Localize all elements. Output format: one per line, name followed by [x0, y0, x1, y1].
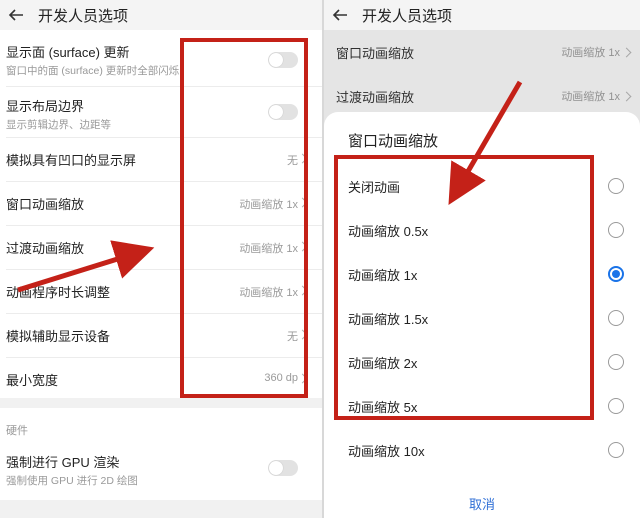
annotation-arrow-left [17, 240, 155, 293]
annotation-arrow-right [448, 80, 523, 205]
annotation-arrows [17, 80, 523, 293]
